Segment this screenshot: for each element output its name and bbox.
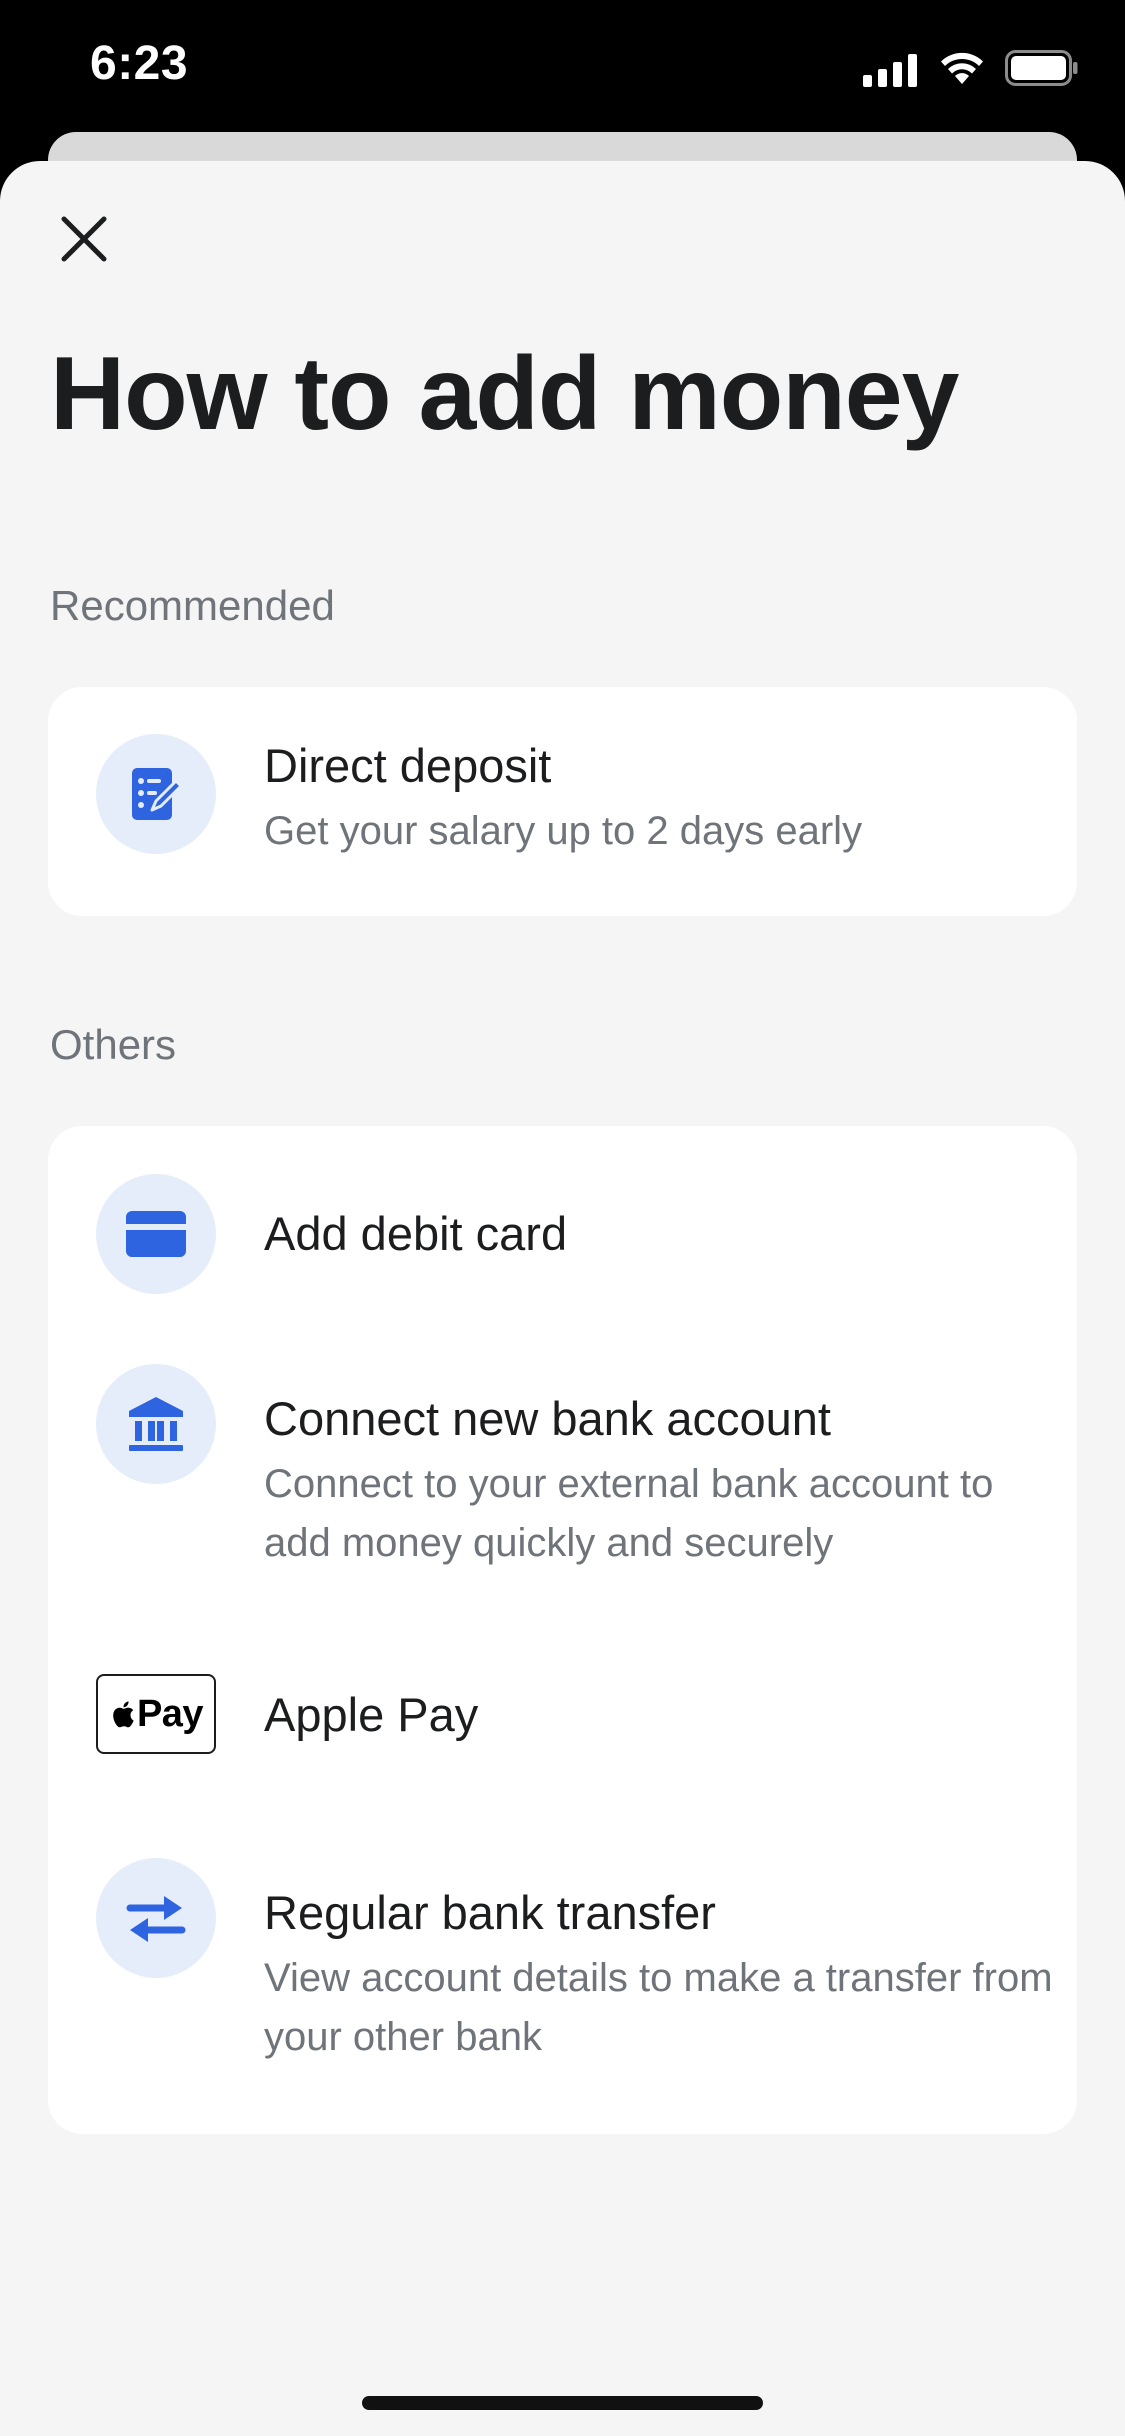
option-connect-bank-account[interactable]: Connect new bank account Connect to your… — [48, 1316, 1077, 1620]
option-regular-bank-transfer[interactable]: Regular bank transfer View account detai… — [48, 1810, 1077, 2134]
option-title: Connect new bank account — [264, 1392, 831, 1445]
document-edit-icon — [96, 734, 216, 854]
option-subtitle: View account details to make a transfer … — [264, 1956, 1053, 2059]
recommended-card: Direct deposit Get your salary up to 2 d… — [48, 687, 1077, 916]
option-direct-deposit[interactable]: Direct deposit Get your salary up to 2 d… — [48, 687, 1077, 916]
home-indicator[interactable] — [362, 2396, 763, 2410]
option-title: Apple Pay — [264, 1688, 479, 1741]
apple-logo-icon — [113, 1701, 134, 1728]
option-add-debit-card[interactable]: Add debit card — [48, 1126, 1077, 1316]
transfer-arrows-icon — [96, 1858, 216, 1978]
close-button[interactable] — [50, 205, 118, 273]
option-apple-pay[interactable]: Pay Apple Pay — [48, 1620, 1077, 1810]
battery-icon — [1005, 49, 1079, 91]
option-subtitle: Connect to your external bank account to… — [264, 1462, 994, 1565]
close-icon — [61, 216, 107, 262]
section-label-others: Others — [50, 1021, 177, 1068]
option-title: Direct deposit — [264, 739, 552, 792]
status-time: 6:23 — [90, 37, 189, 90]
others-card: Add debit card Connect new bank account … — [48, 1126, 1077, 2134]
status-icons — [863, 48, 1079, 92]
bank-icon — [96, 1364, 216, 1484]
apple-pay-icon: Pay — [96, 1674, 216, 1754]
section-label-recommended: Recommended — [50, 582, 335, 629]
wifi-icon — [939, 51, 985, 90]
apple-pay-badge-text: Pay — [136, 1692, 204, 1735]
credit-card-icon — [96, 1174, 216, 1294]
option-subtitle: Get your salary up to 2 days early — [264, 809, 863, 853]
status-bar: 6:23 — [0, 0, 1125, 140]
cellular-signal-icon — [863, 53, 917, 87]
page-title: How to add money — [50, 336, 959, 452]
option-title: Regular bank transfer — [264, 1886, 716, 1939]
option-title: Add debit card — [264, 1207, 568, 1260]
